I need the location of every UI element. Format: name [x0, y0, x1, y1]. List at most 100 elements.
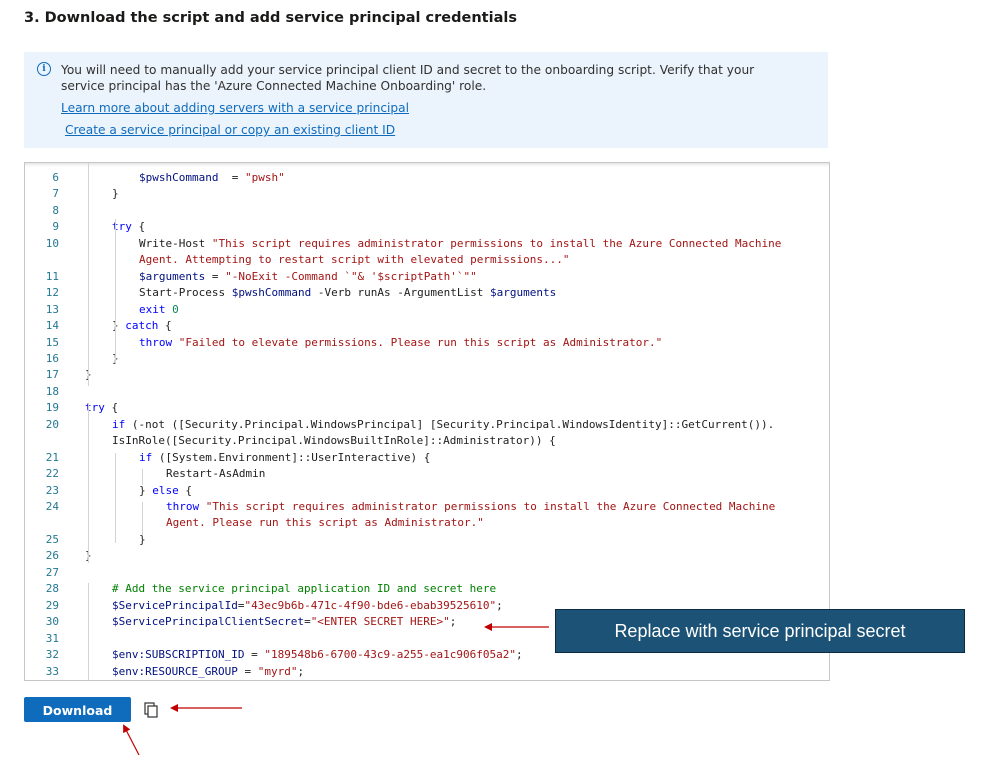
code-scroll-shadow: [25, 163, 829, 167]
code-token: "myrd": [257, 664, 298, 678]
code-token: {: [178, 483, 192, 497]
code-token: ;: [496, 598, 503, 612]
code-token: $ServicePrincipalClientSecret: [112, 615, 305, 629]
code-line: 24 throw "This script requires administra…: [25, 499, 829, 515]
code-text: } catch {: [112, 318, 172, 334]
info-icon: i: [37, 62, 51, 76]
line-number: 9: [52, 220, 59, 234]
code-text: throw "Failed to elevate permissions. Pl…: [139, 335, 662, 351]
code-token: $ServicePrincipalId: [112, 598, 238, 612]
indent-guide: [88, 583, 89, 680]
code-line: Agent. Please run this script as Adminis…: [25, 515, 829, 531]
code-line: 20 if (-not ([Security.Principal.WindowsP…: [25, 417, 829, 433]
code-token: ;: [297, 664, 305, 678]
line-number: 8: [52, 203, 59, 217]
code-line: 6 $pwshCommand = "pwsh": [25, 170, 829, 186]
line-number: 12: [45, 286, 59, 300]
line-number: 21: [45, 450, 59, 464]
indent-guide: [115, 219, 116, 363]
line-number: 17: [45, 368, 59, 382]
code-token: "-NoExit -Command `"& '$scriptPath'`"": [225, 269, 477, 283]
line-number: 29: [45, 598, 59, 612]
line-number: 32: [45, 648, 59, 662]
code-line: 9 try {: [25, 219, 829, 235]
code-token: -Verb runAs -ArgumentList: [311, 286, 491, 300]
indent-guide: [88, 403, 89, 563]
code-text: try {: [112, 219, 145, 235]
code-line: 22 Restart-AsAdmin: [25, 466, 829, 482]
code-token: "189548b6-6700-43c9-a255-ea1c906f05a2": [264, 648, 516, 662]
code-text: throw "This script requires administrato…: [166, 499, 775, 515]
code-token: ;: [449, 615, 457, 629]
code-text: exit 0: [139, 302, 179, 318]
code-token: Start-Process: [139, 286, 232, 300]
line-number: 31: [45, 631, 59, 645]
code-token: # Add the service principal application …: [112, 582, 497, 596]
code-text: } else {: [139, 483, 192, 499]
code-line: 12 Start-Process $pwshCommand -Verb runAs…: [25, 285, 829, 301]
code-token: =: [218, 171, 245, 184]
code-line: 23} else {: [25, 483, 829, 499]
code-token: Agent. Attempting to restart script with…: [139, 253, 570, 267]
code-line: 13 exit 0: [25, 302, 829, 318]
copy-icon[interactable]: [142, 701, 160, 719]
code-token: "This script requires administrator perm…: [205, 500, 776, 513]
arrow-to-download-button: [123, 724, 140, 756]
download-button[interactable]: Download: [24, 697, 131, 722]
code-token: $arguments: [490, 286, 557, 300]
code-text: if (-not ([Security.Principal.WindowsPri…: [112, 417, 774, 433]
code-token: throw: [166, 500, 200, 513]
info-message: You will need to manually add your servi…: [61, 63, 755, 93]
code-line: 28 # Add the service principal applicatio…: [25, 581, 829, 597]
code-line: 25}: [25, 532, 829, 548]
code-text: }: [112, 186, 119, 202]
annotation-callout: Replace with service principal secret: [555, 609, 965, 653]
code-text: Agent. Attempting to restart script with…: [139, 252, 569, 268]
code-token: catch: [125, 319, 159, 333]
indent-guide: [142, 469, 143, 485]
line-number: 11: [45, 269, 59, 283]
code-token: "43ec9b6b-471c-4f90-bde6-ebab39525610": [244, 598, 497, 612]
code-token: $env:SUBSCRIPTION_ID: [112, 648, 245, 662]
code-text: $env:RESOURCE_GROUP = "myrd";: [112, 664, 304, 680]
indent-guide: [88, 163, 89, 386]
code-line: 16}: [25, 351, 829, 367]
line-number: 26: [45, 549, 59, 563]
code-token: {: [158, 319, 172, 333]
code-token: =: [237, 664, 258, 678]
code-token: else: [152, 483, 179, 497]
code-text: if ([System.Environment]::UserInteractiv…: [139, 450, 430, 466]
code-text: $env:SUBSCRIPTION_ID = "189548b6-6700-43…: [112, 647, 523, 663]
code-text: IsInRole([Security.Principal.WindowsBuil…: [112, 433, 556, 449]
code-token: "Failed to elevate permissions. Please r…: [178, 335, 663, 349]
code-token: }: [112, 187, 119, 201]
learn-more-link[interactable]: Learn more about adding servers with a s…: [61, 101, 409, 115]
line-number: 20: [45, 417, 59, 431]
code-token: =: [244, 648, 265, 662]
code-token: {: [131, 220, 146, 234]
code-editor[interactable]: 6 $pwshCommand = "pwsh" 7} 8 9 try {10 Write-H…: [24, 162, 830, 681]
line-number: 24: [45, 500, 59, 513]
code-token: if: [112, 417, 126, 431]
line-number: 28: [45, 582, 59, 596]
code-token: ;: [516, 648, 523, 662]
code-line: 21 if ([System.Environment]::UserInteract…: [25, 450, 829, 466]
code-text: Start-Process $pwshCommand -Verb runAs -…: [139, 285, 556, 301]
code-token: ([System.Environment]::UserInteractive) …: [152, 450, 431, 464]
line-number: 15: [45, 335, 59, 349]
code-token: =: [304, 615, 311, 629]
code-token: "<ENTER SECRET HERE>": [310, 615, 450, 629]
code-text: # Add the service principal application …: [112, 581, 496, 597]
code-token: IsInRole([Security.Principal.WindowsBuil…: [112, 434, 556, 448]
code-text: $pwshCommand = "pwsh": [139, 170, 285, 186]
code-text: $arguments = "-NoExit -Command `"& '$scr…: [139, 269, 477, 285]
line-number: 27: [45, 565, 59, 579]
section-heading: 3. Download the script and add service p…: [24, 10, 517, 26]
code-text: Write-Host "This script requires adminis…: [139, 236, 781, 252]
create-service-principal-link[interactable]: Create a service principal or copy an ex…: [65, 123, 395, 137]
code-text: $ServicePrincipalId="43ec9b6b-471c-4f90-…: [112, 598, 503, 614]
line-number: 6: [52, 171, 59, 184]
code-token: =: [205, 269, 226, 283]
code-text: Restart-AsAdmin: [166, 466, 265, 482]
